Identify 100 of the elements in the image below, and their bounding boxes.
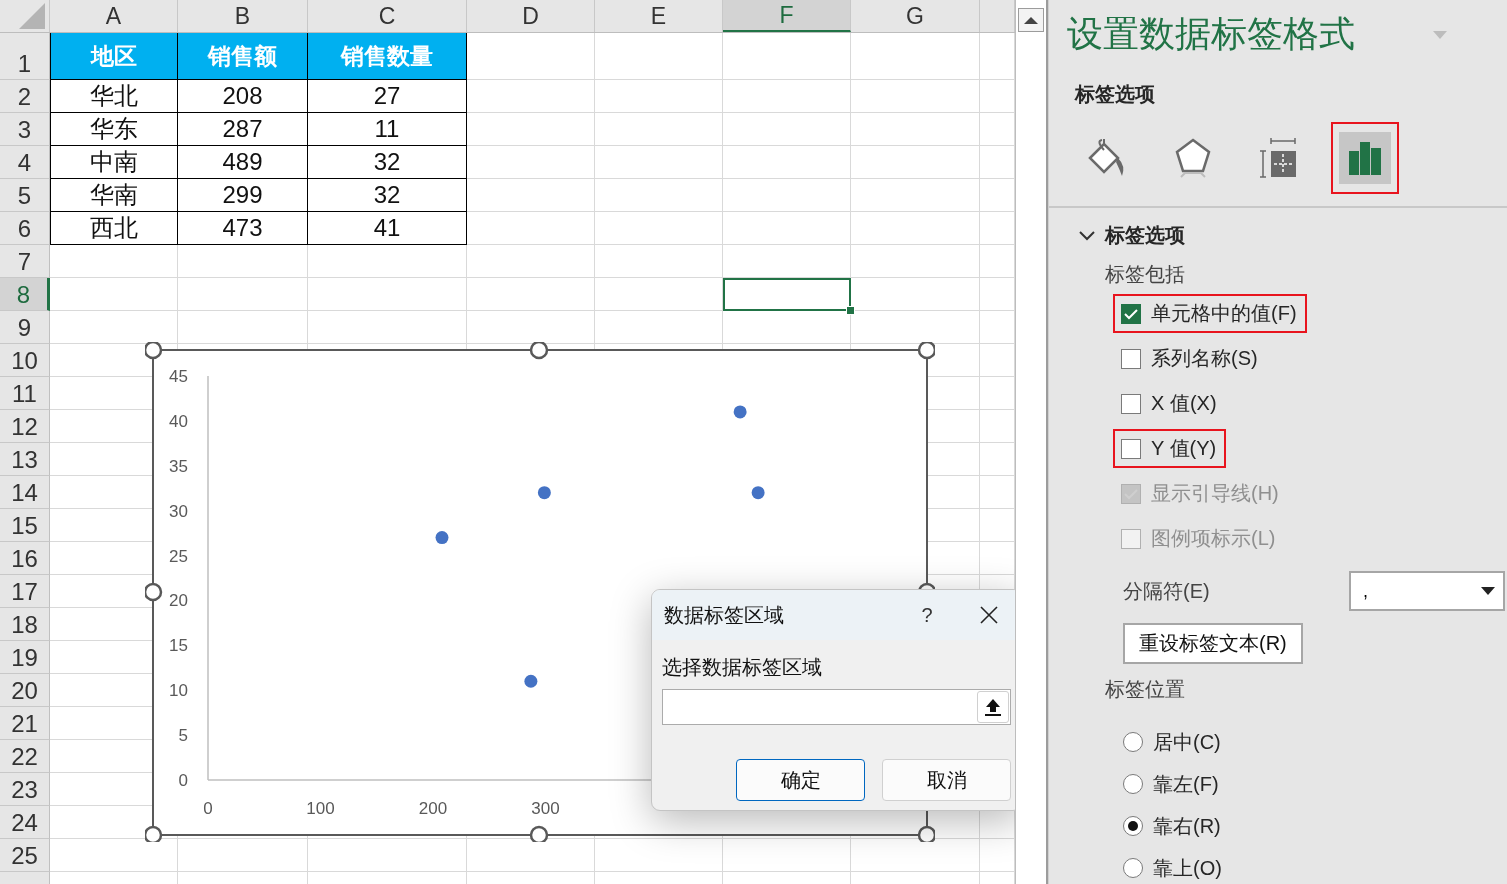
radio-button[interactable] — [1123, 774, 1143, 794]
checkbox[interactable] — [1121, 438, 1141, 459]
row-header[interactable]: 1 — [0, 33, 50, 80]
row-header[interactable]: 16 — [0, 542, 50, 575]
panel-title: 设置数据标签格式 — [1067, 12, 1355, 56]
radio-button[interactable] — [1123, 732, 1143, 752]
dropdown-arrow-icon — [1481, 587, 1495, 595]
resize-handle[interactable] — [145, 342, 163, 360]
data-point[interactable] — [751, 486, 765, 500]
cancel-button[interactable]: 取消 — [882, 759, 1011, 801]
row-header[interactable]: 2 — [0, 80, 50, 113]
group-label: 标签包括 — [1105, 262, 1186, 287]
vertical-scrollbar[interactable] — [1015, 0, 1048, 884]
range-input-field[interactable] — [662, 689, 1011, 725]
row-header[interactable]: 22 — [0, 740, 50, 773]
row-header[interactable]: 8 — [0, 278, 50, 311]
table-cell: 287 — [178, 113, 308, 146]
header-cell: 销售额 — [178, 33, 308, 80]
x-tick-label: 300 — [531, 799, 560, 818]
help-button[interactable]: ? — [907, 603, 947, 627]
radio-button[interactable] — [1123, 816, 1143, 836]
row-header[interactable]: 3 — [0, 113, 50, 146]
table-cell: 27 — [308, 80, 467, 113]
table-cell: 华南 — [50, 179, 178, 212]
scroll-up-icon[interactable] — [1018, 8, 1044, 32]
reset-label-text-button[interactable]: 重设标签文本(R) — [1123, 623, 1303, 664]
column-header[interactable]: A — [50, 0, 178, 32]
column-header[interactable]: B — [178, 0, 308, 32]
separator-label: 分隔符(E) — [1123, 578, 1210, 604]
row-header[interactable]: 23 — [0, 773, 50, 806]
row-header[interactable]: 6 — [0, 212, 50, 245]
collapse-dialog-button[interactable] — [977, 691, 1009, 723]
ok-button[interactable]: 确定 — [736, 759, 865, 801]
x-tick-label: 0 — [203, 799, 213, 818]
data-point[interactable] — [435, 531, 449, 545]
header-cell: 销售数量 — [308, 33, 467, 80]
row-header[interactable]: 21 — [0, 707, 50, 740]
resize-handle[interactable] — [529, 825, 549, 842]
checkbox[interactable] — [1121, 393, 1141, 414]
row-header[interactable]: 13 — [0, 443, 50, 476]
row-header[interactable]: 9 — [0, 311, 50, 344]
row-header[interactable]: 11 — [0, 377, 50, 410]
row-header[interactable]: 4 — [0, 146, 50, 179]
table-cell: 西北 — [50, 212, 178, 245]
y-tick-label: 10 — [169, 681, 188, 701]
row-header[interactable]: 12 — [0, 410, 50, 443]
row-header[interactable]: 17 — [0, 575, 50, 608]
radio-button[interactable] — [1123, 858, 1143, 878]
section-header[interactable]: 标签选项 — [1067, 222, 1185, 249]
resize-handle[interactable] — [145, 582, 163, 602]
radio-option[interactable]: 居中(C) — [1123, 721, 1507, 763]
chevron-icon — [1079, 230, 1095, 241]
pentagon-icon — [1173, 137, 1213, 179]
table-cell: 华北 — [50, 80, 178, 113]
header-cell: 地区 — [50, 33, 178, 80]
resize-handle[interactable] — [917, 342, 935, 360]
checkbox[interactable] — [1121, 348, 1141, 369]
panel-subtitle: 标签选项 — [1075, 82, 1156, 107]
checkbox-option[interactable]: Y 值(Y) — [1121, 435, 1217, 462]
bar-chart-icon — [1347, 140, 1383, 176]
row-header[interactable]: 10 — [0, 344, 50, 377]
data-point[interactable] — [537, 486, 551, 500]
resize-handle[interactable] — [145, 825, 163, 842]
row-header[interactable]: 25 — [0, 839, 50, 872]
close-icon — [980, 606, 998, 624]
resize-icon — [1259, 137, 1299, 179]
column-header[interactable]: C — [308, 0, 467, 32]
table-cell: 32 — [308, 146, 467, 179]
table-cell: 41 — [308, 212, 467, 245]
table-cell: 473 — [178, 212, 308, 245]
row-header[interactable]: 24 — [0, 806, 50, 839]
check-icon — [1123, 306, 1139, 321]
column-header[interactable]: D — [467, 0, 595, 32]
data-point[interactable] — [524, 674, 538, 688]
column-header[interactable]: G — [851, 0, 980, 32]
radio-option[interactable]: 靠左(F) — [1123, 763, 1507, 805]
radio-option[interactable]: 靠右(R) — [1123, 805, 1507, 847]
checkbox-option[interactable]: 系列名称(S) — [1121, 345, 1258, 372]
resize-handle[interactable] — [529, 342, 549, 360]
checkbox-option[interactable]: X 值(X) — [1121, 390, 1217, 417]
row-header[interactable]: 15 — [0, 509, 50, 542]
row-header[interactable]: 19 — [0, 641, 50, 674]
upload-arrow-icon — [984, 697, 1002, 717]
row-header[interactable]: 18 — [0, 608, 50, 641]
checkbox-option[interactable]: 单元格中的值(F) — [1121, 300, 1297, 327]
y-tick-label: 15 — [169, 636, 188, 656]
y-tick-label: 35 — [169, 456, 188, 476]
column-header[interactable]: F — [723, 0, 851, 32]
resize-handle[interactable] — [917, 825, 935, 842]
y-tick-label: 0 — [178, 771, 188, 790]
checkbox[interactable] — [1121, 303, 1141, 324]
row-header[interactable]: 5 — [0, 179, 50, 212]
separator-dropdown[interactable]: , — [1349, 571, 1505, 611]
row-header[interactable]: 14 — [0, 476, 50, 509]
radio-option[interactable]: 靠上(O) — [1123, 847, 1507, 884]
row-header[interactable]: 20 — [0, 674, 50, 707]
row-header[interactable]: 7 — [0, 245, 50, 278]
options-tab[interactable] — [1339, 132, 1391, 184]
y-tick-label: 40 — [169, 411, 188, 431]
data-point[interactable] — [733, 405, 747, 419]
